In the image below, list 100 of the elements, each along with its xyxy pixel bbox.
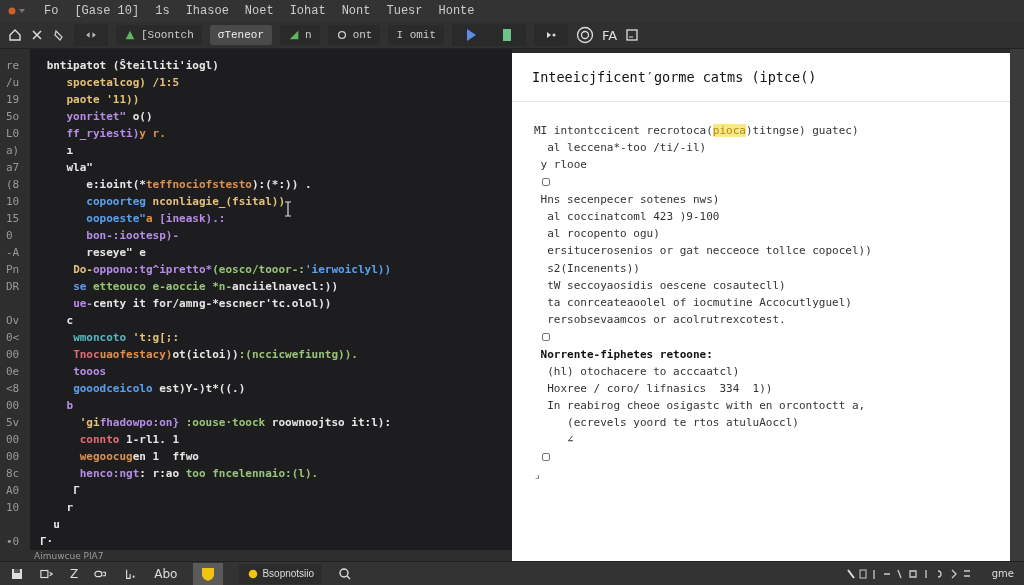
panel-text: Hoxree / coro/ lifnasics 334 1)) <box>546 381 773 395</box>
code-token: copoorteg <box>86 195 147 208</box>
code-token: Do- <box>73 263 93 276</box>
menu-item[interactable]: Fo <box>44 4 59 18</box>
code-token: ):(*:)) . <box>251 178 312 191</box>
line-number: Pn <box>6 263 20 276</box>
toolbar-label[interactable]: FA <box>602 27 618 43</box>
line-number: <8 <box>6 382 20 395</box>
code-token: ff_ryiesti) <box>66 127 140 140</box>
code-token: c <box>66 314 74 327</box>
line-number: •0 <box>6 535 20 548</box>
menu-item[interactable]: Tuesr <box>386 4 423 18</box>
code-token: b <box>66 399 74 412</box>
code-token: teffnociofstesto <box>145 178 252 191</box>
code-token: Tnoc <box>73 348 100 361</box>
code-token: : r:ao <box>139 467 181 480</box>
line-number: a) <box>6 144 20 157</box>
line-number: 0e <box>6 365 20 378</box>
line-number: 19 <box>6 93 20 106</box>
taskbar-button[interactable]: Bsopnotsiio <box>239 563 323 584</box>
circle-icon <box>335 29 348 41</box>
tray-text: gme <box>991 568 1014 579</box>
wedge-icon <box>288 29 301 41</box>
square-icon <box>542 453 550 462</box>
text-cursor-icon <box>284 201 292 217</box>
code-token: oppono:tg^ipretto* <box>93 263 213 276</box>
code-token: se <box>73 280 88 293</box>
close-icon[interactable] <box>30 28 44 42</box>
menu-item[interactable]: Honte <box>438 4 475 18</box>
menu-item[interactable]: [Gase 10] <box>74 4 140 18</box>
panel-text: rersobsevaamcos or acolrutrexcotest. <box>546 313 786 327</box>
app-logo-icon[interactable] <box>8 6 28 16</box>
code-token: oopoeste" <box>86 212 146 225</box>
code-token: henco:ngt <box>79 467 140 480</box>
taskbar-label[interactable]: Abo <box>154 566 178 581</box>
code-token: en 1 ffwo <box>132 450 199 463</box>
code-token: ue- <box>73 297 93 310</box>
line-number: 10 <box>6 195 20 208</box>
line-number: DR <box>6 280 20 293</box>
panel-text: ⌟ <box>534 467 541 481</box>
menu-item[interactable]: Ihasoe <box>185 4 229 18</box>
code-token: :oouse·toock <box>185 416 267 429</box>
code-token: nconliagie_(fsital)) <box>152 195 286 208</box>
code-token: tooos <box>73 365 107 378</box>
menu-item[interactable]: Iohat <box>289 4 326 18</box>
code-token: 'ierwoiclyl)) <box>304 263 392 276</box>
panel-text: ∠ <box>566 433 574 447</box>
line-number: Ov <box>6 314 20 327</box>
code-token: paote '11)) <box>66 93 140 106</box>
toolbar-button[interactable]: σTeneor <box>209 25 273 45</box>
code-token: centy it for/amng-*escnecr'tc.olol)) <box>93 297 332 310</box>
panel-text: y rlooe <box>539 158 587 172</box>
line-number: 8c <box>6 467 20 480</box>
panel-text: al rocopento ogu) <box>546 227 660 241</box>
scrollbar[interactable] <box>1010 49 1024 561</box>
code-token: (eosco/tooor-: <box>212 263 305 276</box>
panel-icon[interactable] <box>625 28 640 42</box>
code-token: wegoocug <box>79 450 133 463</box>
code-token: uaofestacy) <box>99 348 173 361</box>
shield-icon[interactable] <box>193 562 224 585</box>
code-token: Γ <box>73 484 80 497</box>
code-token: anciielnavecl:)) <box>232 280 339 293</box>
panel-text: (ecrevels yoord te rtos atuluAoccl) <box>566 416 799 430</box>
home-icon[interactable] <box>8 28 22 42</box>
panel-text: (hl) otochacere to acccaatcl) <box>546 364 740 378</box>
panel-text: Hns secenpecer sotenes nws) <box>539 192 720 206</box>
code-token: est)Y-)t*((.) <box>159 382 246 395</box>
line-number: 15 <box>6 212 20 225</box>
line-number: a7 <box>6 161 20 174</box>
panel-text: ta conrceateaoolel of iocmutine Accocutlyguel) <box>546 295 852 309</box>
code-token: u <box>53 518 60 531</box>
taskbar-label[interactable]: Z <box>70 566 79 581</box>
menu-item[interactable]: 1s <box>155 4 170 18</box>
panel-text: al coccinatcoml 423 )9-100 <box>546 210 720 224</box>
panel-text: ersitucerosenios or gat necceoce tollce copocel)) <box>546 244 872 258</box>
search-icon[interactable] <box>338 566 353 581</box>
toolbar-button[interactable]: [Soontch <box>116 25 202 45</box>
line-number: /u <box>6 76 20 89</box>
toolbar-button[interactable]: I omit <box>388 25 445 45</box>
target-icon[interactable] <box>576 26 595 44</box>
line-number: 0< <box>6 331 20 344</box>
square-icon <box>542 178 550 187</box>
panel-text: s2(Incenents)) <box>546 261 640 275</box>
code-token: [ineask).: <box>159 212 226 225</box>
toolbar-button[interactable]: ont <box>327 25 381 45</box>
line-number: 0 <box>6 229 13 242</box>
code-token: reseye" e <box>86 246 146 259</box>
code-token: e:ioint(* <box>86 178 146 191</box>
code-token: yonritet" <box>66 110 127 123</box>
code-token: 1-rl1. 1 <box>126 433 180 446</box>
code-token: roownoojtso it:l): <box>271 416 392 429</box>
code-token: spocetalcog) /1:5 <box>66 76 180 89</box>
save-icon[interactable] <box>10 566 24 581</box>
menu-item[interactable]: Noet <box>244 4 274 18</box>
code-token: wmoncoto <box>73 331 128 344</box>
menu-item[interactable]: Nont <box>341 4 371 18</box>
panel-text: In reabirog cheoe osigastc with en orcontoctt a, <box>546 399 866 413</box>
line-number: 5v <box>6 416 20 429</box>
toolbar-button[interactable]: n <box>280 25 320 45</box>
code-token: y r. <box>139 127 166 140</box>
